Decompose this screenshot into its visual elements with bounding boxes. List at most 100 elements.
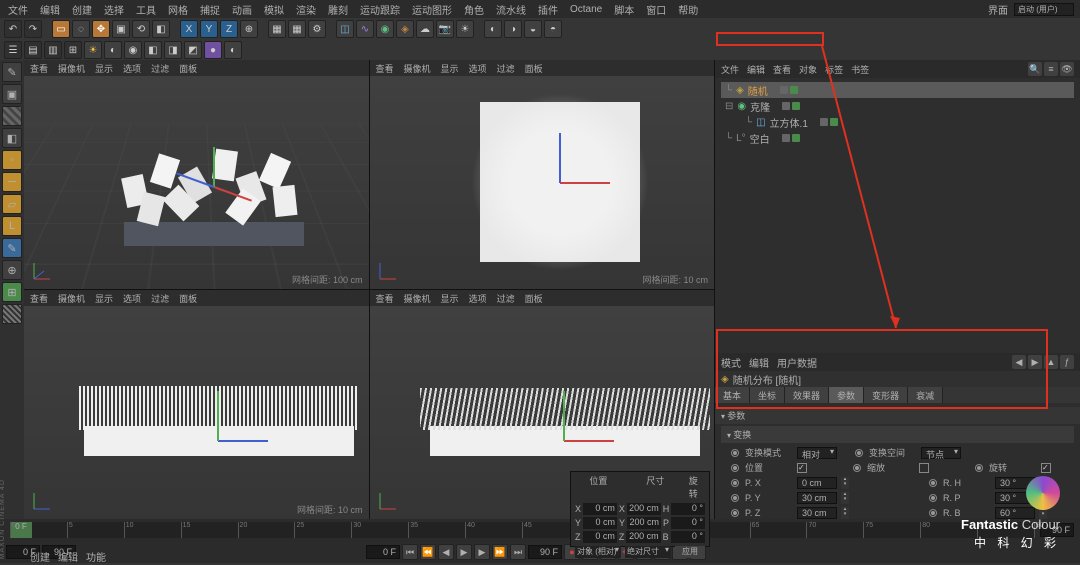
z-lock[interactable]: Z: [220, 20, 238, 38]
snap-b[interactable]: ⊞: [2, 282, 22, 302]
group-transform[interactable]: 变换: [721, 426, 1074, 443]
workplane-b[interactable]: ◐: [104, 41, 122, 59]
nav-up-icon[interactable]: ▲: [1044, 355, 1058, 369]
menu-mesh[interactable]: 网格: [168, 2, 188, 17]
tweak-mode[interactable]: ✎: [2, 238, 22, 258]
rot-b-field[interactable]: 0 °: [671, 531, 705, 543]
texture-mode[interactable]: [2, 106, 22, 126]
rot-h-field[interactable]: 0 °: [671, 503, 705, 515]
nav-fwd-icon[interactable]: ▶: [1028, 355, 1042, 369]
px-field[interactable]: 0 cm: [797, 477, 837, 489]
next-frame-button[interactable]: ▶: [474, 544, 490, 560]
size-x-field[interactable]: 200 cm: [627, 503, 661, 515]
live-select-tool[interactable]: ◌: [72, 20, 90, 38]
undo-button[interactable]: ↶: [4, 20, 22, 38]
spinner-icon[interactable]: [841, 477, 849, 489]
frame-end2[interactable]: 90 F: [528, 545, 562, 559]
snap-a[interactable]: ⊕: [2, 260, 22, 280]
filter-c[interactable]: ▥: [44, 41, 62, 59]
objtab-tag[interactable]: 标签: [825, 63, 843, 76]
transform-mode-dropdown[interactable]: 相对: [797, 447, 837, 459]
prim-spline[interactable]: ∿: [356, 20, 374, 38]
search-icon[interactable]: 🔍: [1028, 62, 1042, 76]
tab-effector[interactable]: 效果器: [785, 387, 829, 403]
point-mode[interactable]: ◦: [2, 150, 22, 170]
menu-create[interactable]: 创建: [72, 2, 92, 17]
rh-field[interactable]: 30 °: [995, 477, 1035, 489]
prim-light[interactable]: ☀: [456, 20, 474, 38]
nav-back-icon[interactable]: ◀: [1012, 355, 1026, 369]
menu-pipe[interactable]: 流水线: [496, 2, 526, 17]
spinner-icon[interactable]: [1039, 507, 1047, 519]
mattab-func[interactable]: 功能: [86, 549, 106, 564]
prev-key-button[interactable]: ⏪: [420, 544, 436, 560]
filter-icon[interactable]: ≡: [1044, 62, 1058, 76]
prim-generator[interactable]: ◉: [376, 20, 394, 38]
menu-char[interactable]: 角色: [464, 2, 484, 17]
attr-menu-mode[interactable]: 模式: [721, 355, 741, 370]
menu-sculpt[interactable]: 雕刻: [328, 2, 348, 17]
misc-a[interactable]: ◧: [144, 41, 162, 59]
tab-falloff[interactable]: 衰减: [908, 387, 943, 403]
menu-sim[interactable]: 模拟: [264, 2, 284, 17]
octane-c[interactable]: ◒: [524, 20, 542, 38]
vp-menu-filt[interactable]: 过滤: [151, 62, 169, 75]
rot-checkbox[interactable]: [1041, 463, 1051, 473]
misc-b[interactable]: ◨: [164, 41, 182, 59]
attr-menu-user[interactable]: 用户数据: [777, 355, 817, 370]
tab-coord[interactable]: 坐标: [750, 387, 785, 403]
rotate-tool[interactable]: ⟲: [132, 20, 150, 38]
rot-p-field[interactable]: 0 °: [671, 517, 705, 529]
tab-deform[interactable]: 变形器: [864, 387, 908, 403]
pos-y-field[interactable]: 0 cm: [583, 517, 617, 529]
objtab-edit[interactable]: 编辑: [747, 63, 765, 76]
menu-mograph[interactable]: 运动图形: [412, 2, 452, 17]
vp-canvas-perspective[interactable]: 网格间距: 100 cm: [24, 76, 369, 289]
menu-select[interactable]: 选择: [104, 2, 124, 17]
tree-row-null[interactable]: └ L° 空白: [721, 130, 1074, 146]
nav-func-icon[interactable]: ƒ: [1060, 355, 1074, 369]
tree-row-cloner[interactable]: ⊟ ◉ 克隆: [721, 98, 1074, 114]
scale-tool[interactable]: ▣: [112, 20, 130, 38]
misc-e[interactable]: ◐: [224, 41, 242, 59]
layout-dropdown[interactable]: 启动 (用户): [1014, 3, 1074, 16]
spinner-icon[interactable]: [1039, 477, 1047, 489]
mattab-create[interactable]: 创建: [30, 549, 50, 564]
mattab-edit[interactable]: 编辑: [58, 549, 78, 564]
goto-end-button[interactable]: ⏭: [510, 544, 526, 560]
edge-mode[interactable]: ─: [2, 172, 22, 192]
size-y-field[interactable]: 200 cm: [627, 517, 661, 529]
object-tree[interactable]: └ ◈ 随机 ⊟ ◉ 克隆 └ ◫ 立方体.1 └ L° 空白: [715, 78, 1080, 353]
prim-deformer[interactable]: ◈: [396, 20, 414, 38]
attr-menu-edit[interactable]: 编辑: [749, 355, 769, 370]
coord-size-dropdown[interactable]: 绝对尺寸: [625, 546, 671, 558]
group-params[interactable]: 参数: [715, 407, 1080, 424]
coord-apply-button[interactable]: 应用: [675, 546, 705, 558]
pos-checkbox[interactable]: [797, 463, 807, 473]
objtab-book[interactable]: 书签: [851, 63, 869, 76]
menu-script[interactable]: 脚本: [614, 2, 634, 17]
vp-menu-disp[interactable]: 显示: [95, 62, 113, 75]
spinner-icon[interactable]: [841, 507, 849, 519]
misc-c[interactable]: ◩: [184, 41, 202, 59]
vp-menu-opt[interactable]: 选项: [123, 62, 141, 75]
poly-mode[interactable]: ▱: [2, 194, 22, 214]
objtab-view[interactable]: 查看: [773, 63, 791, 76]
menu-track[interactable]: 运动跟踪: [360, 2, 400, 17]
spinner-icon[interactable]: [1039, 492, 1047, 504]
snap-toggle[interactable]: ⊞: [64, 41, 82, 59]
select-tool[interactable]: ▭: [52, 20, 70, 38]
pos-z-field[interactable]: 0 cm: [583, 531, 617, 543]
objtab-obj[interactable]: 对象: [799, 63, 817, 76]
tab-basic[interactable]: 基本: [715, 387, 750, 403]
render-settings-button[interactable]: ⚙: [308, 20, 326, 38]
render-view-button[interactable]: ▦: [268, 20, 286, 38]
vp-canvas-right[interactable]: 网格间距: 10 cm: [24, 306, 369, 519]
prim-cube[interactable]: ◫: [336, 20, 354, 38]
last-tool[interactable]: ◧: [152, 20, 170, 38]
menu-file[interactable]: 文件: [8, 2, 28, 17]
y-lock[interactable]: Y: [200, 20, 218, 38]
pz-field[interactable]: 30 cm: [797, 507, 837, 519]
prev-frame-button[interactable]: ◀: [438, 544, 454, 560]
menu-edit[interactable]: 编辑: [40, 2, 60, 17]
